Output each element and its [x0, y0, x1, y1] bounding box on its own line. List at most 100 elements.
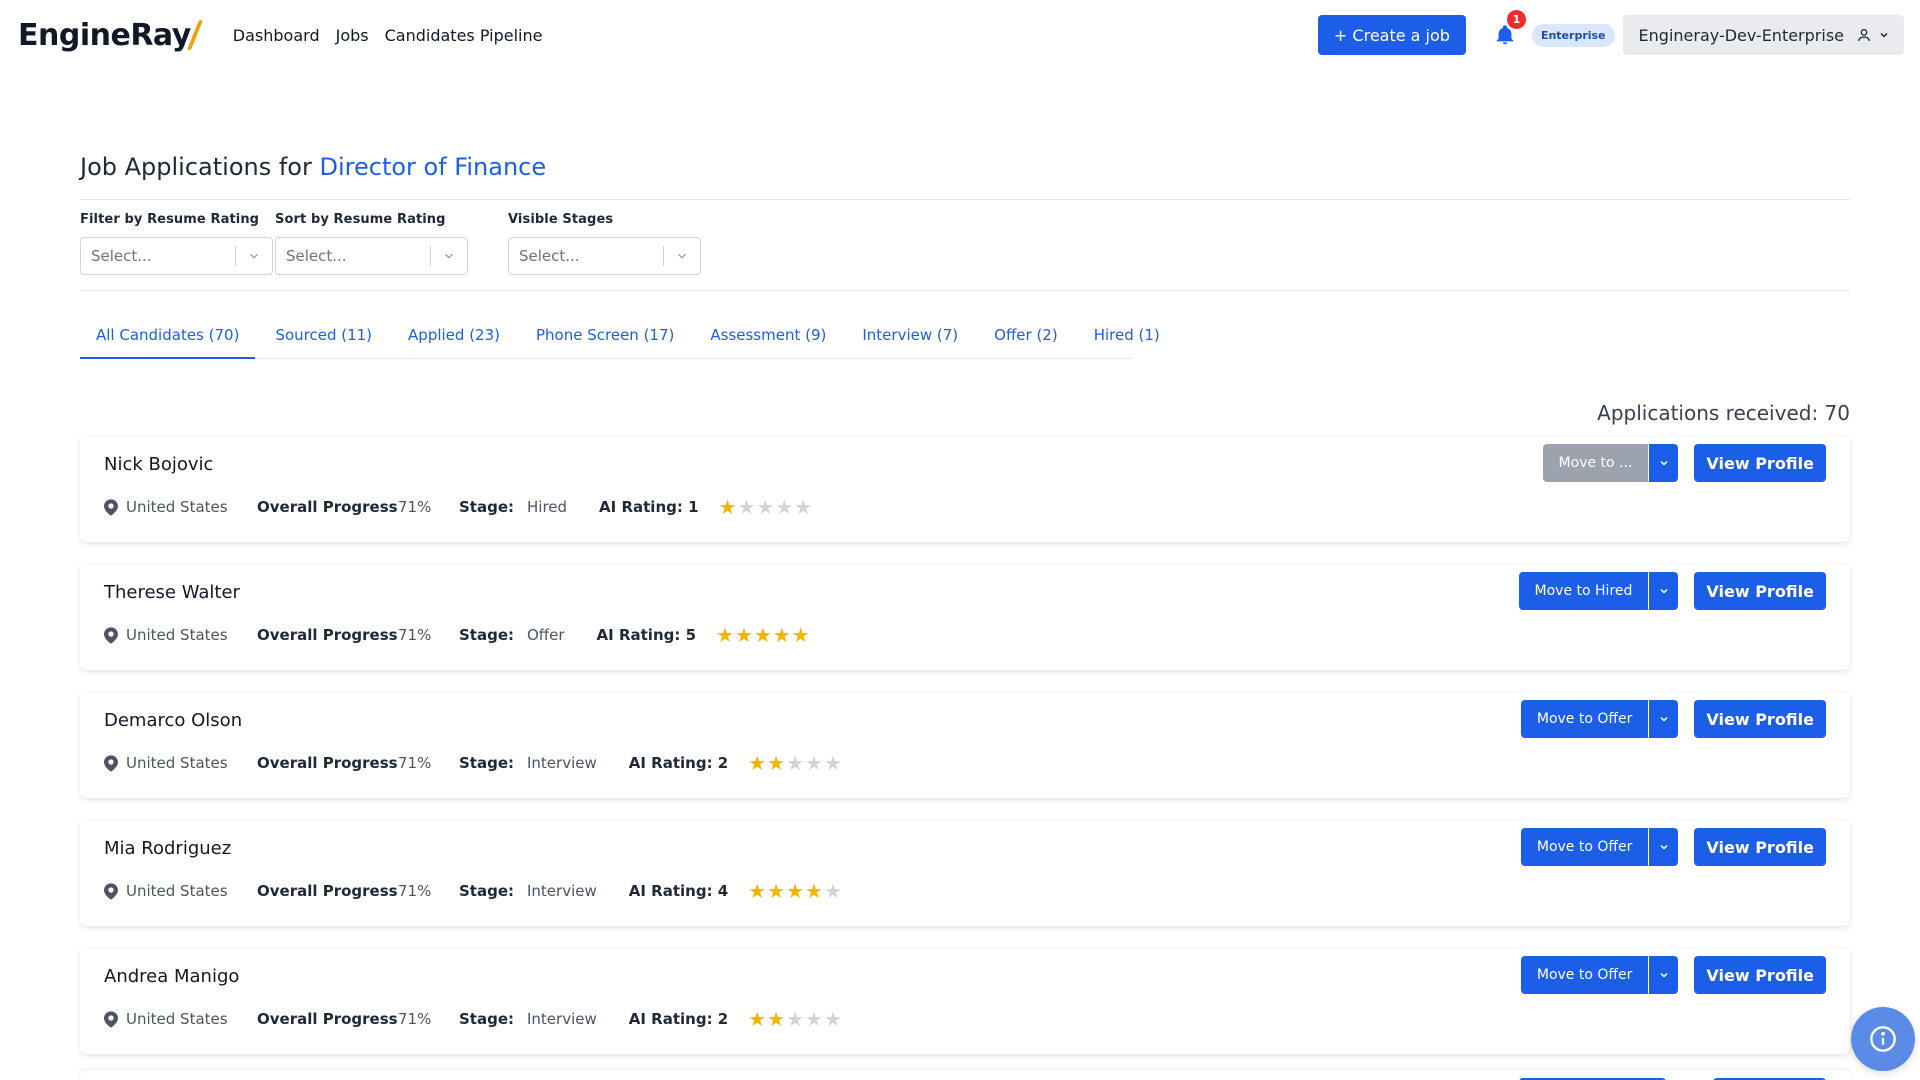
move-stage-button[interactable]: Move to ...	[1542, 444, 1649, 482]
visible-stages-select[interactable]: Select...	[508, 237, 701, 275]
location-pin-icon	[104, 498, 118, 516]
stage-label: Stage:	[459, 1010, 515, 1028]
candidate-card: Therese Walter United States Overall Pro…	[80, 564, 1850, 670]
help-info-button[interactable]	[1851, 1007, 1915, 1071]
move-stage-button[interactable]: Move to Offer	[1520, 956, 1649, 994]
nav-link-jobs[interactable]: Jobs	[336, 26, 369, 45]
chevron-down-icon	[1660, 716, 1668, 722]
star-empty-icon: ★	[805, 751, 823, 775]
account-dropdown[interactable]: Engineray-Dev-Enterprise	[1622, 15, 1904, 55]
stage-value: Interview	[527, 754, 597, 772]
view-profile-button[interactable]: View Profile	[1694, 700, 1826, 738]
move-stage-button[interactable]: Move to Offer	[1520, 700, 1649, 738]
candidate-name: Nick Bojovic	[104, 454, 214, 475]
ai-rating-label: AI Rating: 2	[628, 1010, 729, 1028]
sort-resume-rating-select[interactable]: Select...	[275, 237, 468, 275]
card-actions: Move to Offer View Profile	[1520, 828, 1826, 866]
tab-hired[interactable]: Hired (1)	[1078, 326, 1176, 358]
view-profile-button[interactable]: View Profile	[1694, 572, 1826, 610]
candidate-card: Mia Rodriguez United States Overall Prog…	[80, 820, 1850, 926]
chevron-down-icon	[1660, 844, 1668, 850]
ai-rating-label: AI Rating: 4	[628, 882, 729, 900]
star-filled-icon: ★	[767, 751, 786, 775]
nav-link-candidates-pipeline[interactable]: Candidates Pipeline	[385, 26, 543, 45]
tab-sourced[interactable]: Sourced (11)	[259, 326, 388, 358]
move-stage-button[interactable]: Move to Hired	[1518, 572, 1649, 610]
ai-rating-stars: ★ ★ ★ ★ ★	[719, 497, 813, 517]
star-empty-icon: ★	[786, 751, 805, 775]
move-stage-dropdown[interactable]	[1648, 444, 1679, 482]
overall-progress-label: Overall Progress	[257, 1010, 398, 1028]
move-stage-dropdown[interactable]	[1648, 700, 1679, 738]
candidate-name: Andrea Manigo	[104, 966, 240, 987]
stage-value: Hired	[527, 498, 568, 516]
star-empty-icon: ★	[786, 1007, 805, 1031]
ai-rating-stars: ★ ★ ★ ★ ★	[748, 753, 842, 773]
star-empty-icon: ★	[794, 495, 813, 519]
candidate-card: Demarco Olson United States Overall Prog…	[80, 692, 1850, 798]
tab-offer[interactable]: Offer (2)	[978, 326, 1074, 358]
candidate-meta: United States Overall Progress 71% Stage…	[104, 1009, 842, 1029]
candidate-location: United States	[126, 754, 228, 772]
move-stage-button[interactable]: Move to Offer	[1520, 828, 1649, 866]
stage-label: Stage:	[459, 754, 515, 772]
star-filled-icon: ★	[786, 879, 805, 903]
visible-stages: Visible Stages Select...	[508, 212, 701, 275]
view-profile-button[interactable]: View Profile	[1694, 444, 1826, 482]
stage-label: Stage:	[459, 498, 515, 516]
stage-value: Offer	[527, 626, 565, 644]
ai-rating-stars: ★ ★ ★ ★ ★	[748, 881, 842, 901]
chevron-down-icon	[1660, 972, 1668, 978]
chevron-down-icon	[236, 249, 272, 263]
star-filled-icon: ★	[767, 1007, 786, 1031]
stage-value: Interview	[527, 882, 597, 900]
card-actions: Move to Offer View Profile	[1520, 956, 1826, 994]
move-stage-dropdown[interactable]	[1648, 828, 1679, 866]
overall-progress-value: 71%	[398, 498, 432, 516]
overall-progress-value: 71%	[398, 754, 432, 772]
star-filled-icon: ★	[805, 879, 823, 903]
tab-applied[interactable]: Applied (23)	[392, 326, 516, 358]
candidate-location: United States	[126, 626, 228, 644]
user-icon	[1856, 27, 1872, 43]
create-job-button[interactable]: + Create a job	[1317, 15, 1466, 55]
stage-label: Stage:	[459, 626, 515, 644]
star-filled-icon: ★	[767, 879, 786, 903]
tab-interview[interactable]: Interview (7)	[846, 326, 974, 358]
tab-all-candidates[interactable]: All Candidates (70)	[80, 326, 256, 359]
overall-progress-value: 71%	[398, 1010, 432, 1028]
stage-label: Stage:	[459, 882, 515, 900]
main-nav: Dashboard Jobs Candidates Pipeline	[233, 26, 543, 45]
overall-progress-label: Overall Progress	[257, 498, 398, 516]
candidate-name: Mia Rodriguez	[104, 838, 232, 859]
filter-resume-rating-select[interactable]: Select...	[80, 237, 273, 275]
tab-assessment[interactable]: Assessment (9)	[694, 326, 842, 358]
select-placeholder: Select...	[91, 247, 152, 265]
overall-progress-value: 71%	[398, 882, 432, 900]
location-pin-icon	[104, 626, 118, 644]
move-stage-dropdown[interactable]	[1648, 956, 1679, 994]
star-empty-icon: ★	[823, 751, 842, 775]
star-filled-icon: ★	[748, 879, 767, 903]
candidate-location: United States	[126, 882, 228, 900]
select-placeholder: Select...	[286, 247, 347, 265]
filter-resume-rating: Filter by Resume Rating Select...	[80, 212, 273, 275]
notifications-button[interactable]: 1	[1492, 10, 1526, 48]
tab-phone-screen[interactable]: Phone Screen (17)	[520, 326, 690, 358]
nav-link-dashboard[interactable]: Dashboard	[233, 26, 320, 45]
move-stage-dropdown[interactable]	[1648, 572, 1679, 610]
engineray-logo[interactable]: EngineRay	[18, 18, 203, 53]
candidate-card: Andrea Manigo United States Overall Prog…	[80, 948, 1850, 1054]
candidate-location: United States	[126, 498, 228, 516]
candidate-name: Demarco Olson	[104, 710, 243, 731]
card-actions: Move to Hired View Profile	[1518, 572, 1826, 610]
card-actions: Move to ... View Profile	[1542, 444, 1826, 482]
view-profile-button[interactable]: View Profile	[1694, 828, 1826, 866]
star-empty-icon: ★	[823, 1007, 842, 1031]
star-filled-icon: ★	[791, 623, 810, 647]
star-empty-icon: ★	[737, 495, 756, 519]
view-profile-button[interactable]: View Profile	[1694, 956, 1826, 994]
job-title-link[interactable]: Director of Finance	[320, 153, 547, 181]
location-pin-icon	[104, 754, 118, 772]
filter-label: Filter by Resume Rating	[80, 212, 260, 227]
